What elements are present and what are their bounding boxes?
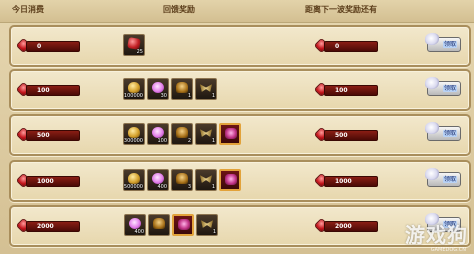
item-quantity: 1 [187, 93, 191, 99]
spend-amount-bar: 2000 [26, 221, 80, 232]
reward-item-slot[interactable]: 1 [195, 169, 217, 191]
helm-item-icon [176, 127, 188, 138]
item-quantity: 2 [187, 138, 191, 144]
item-quantity: 3 [187, 184, 191, 190]
item-quantity: 400 [157, 184, 167, 190]
wing-item-icon [201, 220, 213, 228]
spend-amount: 100 [37, 87, 50, 94]
remaining-amount: 1000 [335, 178, 352, 185]
claim-button[interactable]: 领取 [425, 33, 461, 52]
helm-item-icon [176, 173, 188, 184]
header-remaining: 距离下一波奖励还有 [305, 5, 377, 14]
spend-amount-bar: 0 [26, 41, 80, 52]
wing-item-icon [200, 175, 212, 183]
remaining-amount-bar: 1000 [324, 176, 378, 187]
reward-item-slot[interactable] [219, 123, 241, 145]
item-quantity: 30 [160, 93, 167, 99]
spend-reward-panel: 今日消费 回馈奖励 距离下一波奖励还有 0 25 0 领取 100 100000 30 1 1 1… [0, 0, 474, 254]
spend-amount: 500 [37, 132, 50, 139]
watermark-sub: GAMEDOG.CN [430, 247, 466, 253]
claim-label: 领取 [442, 85, 457, 92]
item-quantity: 400 [134, 229, 144, 235]
remaining-amount: 2000 [335, 223, 352, 230]
watermark-logo: 游戏狗 [405, 223, 468, 247]
red-item-icon [225, 174, 237, 185]
spend-amount: 2000 [37, 223, 54, 230]
remaining-amount: 100 [335, 87, 348, 94]
claim-label: 领取 [442, 176, 457, 183]
gold-item-icon [128, 127, 140, 138]
claim-button[interactable]: 领取 [425, 122, 461, 141]
reward-item-slot[interactable]: 30 [147, 78, 169, 100]
gold-item-icon [128, 82, 140, 93]
reward-item-slot[interactable]: 3 [171, 169, 193, 191]
gift-icon [425, 168, 439, 180]
spend-amount-bar: 1000 [26, 176, 80, 187]
pink-item-icon [152, 127, 164, 138]
remaining-amount-bar: 2000 [324, 221, 378, 232]
reward-item-slot[interactable]: 1 [196, 214, 218, 236]
item-quantity: 25 [136, 49, 143, 55]
reward-item-slot[interactable] [172, 214, 194, 236]
item-quantity: 500000 [123, 184, 143, 190]
item-quantity: 1 [212, 229, 216, 235]
reward-row: 100 100000 30 1 1 100 领取 [9, 69, 471, 111]
reward-item-slot[interactable]: 1 [195, 78, 217, 100]
reward-item-slot[interactable]: 1 [195, 123, 217, 145]
claim-button[interactable]: 领取 [425, 168, 461, 187]
gold-item-icon [128, 173, 140, 184]
red-item-icon [225, 128, 237, 139]
item-quantity: 100 [157, 138, 167, 144]
gift-icon [425, 77, 439, 89]
remaining-amount-bar: 0 [324, 41, 378, 52]
remaining-amount: 500 [335, 132, 348, 139]
claim-label: 领取 [442, 41, 457, 48]
remaining-amount-bar: 500 [324, 130, 378, 141]
reward-item-slot[interactable]: 400 [124, 214, 146, 236]
spend-amount: 1000 [37, 178, 54, 185]
spend-amount-bar: 100 [26, 85, 80, 96]
item-quantity: 1 [211, 93, 215, 99]
table-header: 今日消费 回馈奖励 距离下一波奖励还有 [0, 0, 474, 23]
pink-item-icon [152, 173, 164, 184]
wing-item-icon [200, 129, 212, 137]
reward-item-slot[interactable]: 25 [123, 34, 145, 56]
reward-item-slot[interactable]: 400 [147, 169, 169, 191]
reward-row: 2000 400 1 2000 领取 [9, 205, 471, 247]
reward-item-slot[interactable] [219, 169, 241, 191]
reward-item-slot[interactable]: 100 [147, 123, 169, 145]
reward-row: 1000 500000 400 3 1 1000 领取 [9, 160, 471, 202]
reward-item-slot[interactable]: 100000 [123, 78, 145, 100]
remaining-amount-bar: 100 [324, 85, 378, 96]
red-item-icon [178, 219, 190, 230]
reward-item-slot[interactable]: 500000 [123, 169, 145, 191]
wing-item-icon [200, 84, 212, 92]
claim-label: 领取 [442, 130, 457, 137]
reward-row: 500 300000 100 2 1 500 领取 [9, 114, 471, 156]
item-quantity: 100000 [123, 93, 143, 99]
gift-icon [425, 33, 439, 45]
reward-item-slot[interactable]: 1 [171, 78, 193, 100]
helm-item-icon [176, 82, 188, 93]
pink-item-icon [152, 82, 164, 93]
claim-button[interactable]: 领取 [425, 77, 461, 96]
header-today-spend: 今日消费 [12, 5, 44, 14]
remaining-amount: 0 [335, 43, 340, 50]
reward-row: 0 25 0 领取 [9, 25, 471, 67]
gift-icon [425, 122, 439, 134]
spend-amount-bar: 500 [26, 130, 80, 141]
item-quantity: 1 [211, 184, 215, 190]
item-quantity: 300000 [123, 138, 143, 144]
header-rewards: 回馈奖励 [163, 5, 195, 14]
reward-item-slot[interactable] [148, 214, 170, 236]
reward-item-slot[interactable]: 2 [171, 123, 193, 145]
spend-amount: 0 [37, 43, 42, 50]
pink-item-icon [129, 218, 141, 229]
item-quantity: 1 [211, 138, 215, 144]
reward-item-slot[interactable]: 300000 [123, 123, 145, 145]
helm-item-icon [153, 218, 165, 229]
